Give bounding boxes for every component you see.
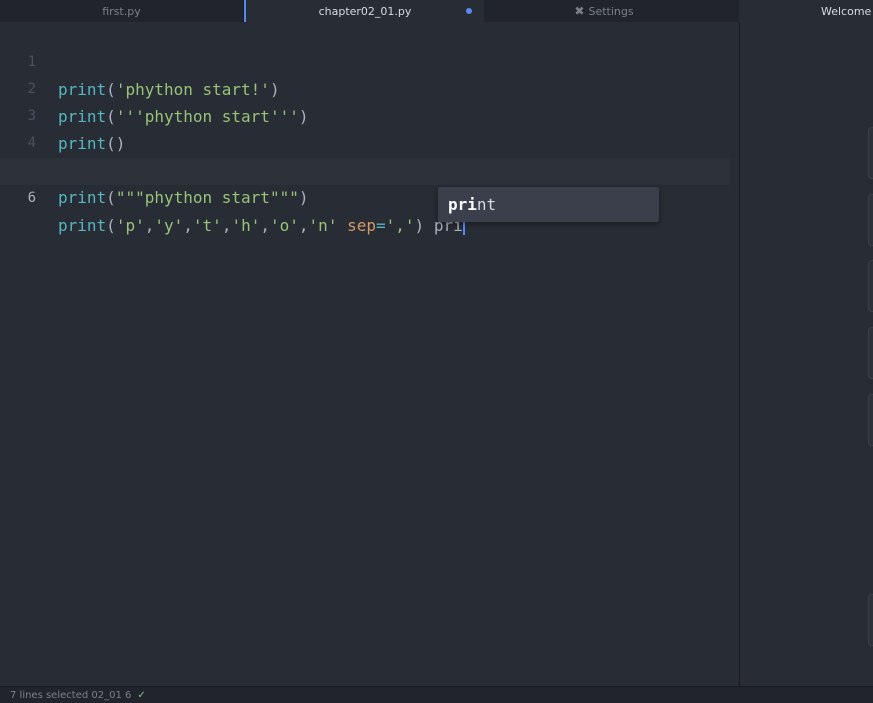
token-string: """phython start""": [115, 188, 299, 207]
code-line[interactable]: 4 print(): [0, 103, 730, 180]
token-function: print: [58, 216, 107, 235]
autocomplete-rest: nt: [476, 195, 497, 214]
token-string: 'p': [115, 216, 145, 235]
tab-label: first.py: [102, 4, 141, 18]
tab-bar: first.py chapter02_01.py ✖ Settings Welc…: [0, 0, 873, 23]
tab-settings[interactable]: ✖ Settings: [484, 0, 724, 22]
welcome-card[interactable]: [868, 594, 873, 646]
token-keyword-arg: sep: [347, 216, 376, 235]
welcome-card[interactable]: [868, 194, 873, 246]
token-string: 'h': [231, 216, 261, 235]
welcome-card[interactable]: [868, 127, 873, 179]
editor-window: first.py chapter02_01.py ✖ Settings Welc…: [0, 0, 873, 703]
modified-indicator-icon[interactable]: [466, 8, 472, 14]
check-icon: ✓: [137, 690, 146, 701]
tab-label: Settings: [588, 4, 634, 18]
token-function: print: [58, 188, 107, 207]
tab-chapter02-01-py[interactable]: chapter02_01.py: [244, 0, 484, 22]
code-line[interactable]: 5 print("""phython start"""): [0, 130, 730, 207]
code-line[interactable]: 2 print('''phython start'''): [0, 49, 730, 126]
tab-label: Welcome: [821, 4, 872, 18]
welcome-card[interactable]: [868, 394, 873, 446]
line-code: print("""phython start"""): [58, 188, 309, 207]
code-editor[interactable]: 1 print('phython start!') 2 print('''phy…: [0, 22, 739, 686]
token-string: 'o': [270, 216, 299, 235]
autocomplete-suggestion[interactable]: print: [438, 187, 659, 222]
token-string: 'n': [308, 216, 338, 235]
tab-welcome[interactable]: Welcome: [739, 0, 873, 22]
tab-label: chapter02_01.py: [318, 4, 412, 18]
code-line[interactable]: 3 print(): [0, 76, 730, 153]
token-string: 'y': [154, 216, 184, 235]
line-number: 6: [27, 190, 36, 206]
status-bar: 7 lines selected 02_01 6 ✓: [0, 686, 873, 703]
welcome-card[interactable]: [868, 327, 873, 379]
tab-first-py[interactable]: first.py: [0, 0, 244, 22]
token-string: ',': [385, 216, 415, 235]
line-code: print('p','y','t','h','o','n' sep=',') p…: [58, 215, 465, 235]
autocomplete-match: pri: [448, 195, 477, 214]
tools-icon: ✖: [574, 4, 585, 18]
welcome-pane: [739, 22, 873, 686]
code-line[interactable]: 1 print('phython start!'): [0, 22, 730, 99]
welcome-card[interactable]: [868, 260, 873, 312]
token-string: 't': [192, 216, 222, 235]
code-line-current[interactable]: 6 print('p','y','t','h','o','n' sep=',')…: [0, 158, 730, 235]
status-text: 7 lines selected 02_01 6: [10, 690, 132, 701]
